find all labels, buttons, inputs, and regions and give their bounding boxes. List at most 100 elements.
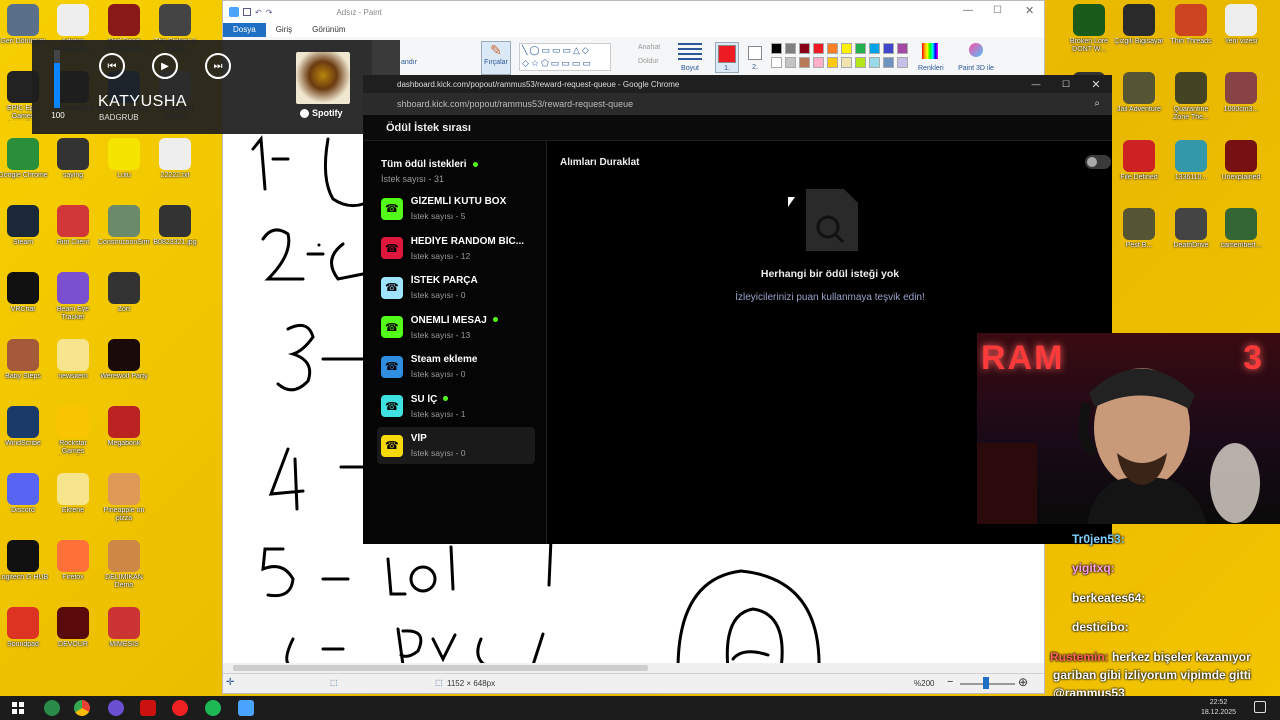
redo-icon[interactable]: ↷ (266, 8, 273, 17)
palette-swatch[interactable] (869, 43, 880, 54)
color1-button[interactable]: 1. (715, 42, 739, 73)
close-button[interactable]: ✕ (1081, 75, 1111, 93)
select-label[interactable]: andır (401, 59, 417, 66)
palette-swatch[interactable] (883, 43, 894, 54)
zoom-out-button[interactable]: − (947, 676, 953, 688)
play-button[interactable]: ▶ (152, 53, 178, 79)
desktop-icon[interactable]: ConstructionSimulator (98, 205, 150, 271)
desktop-icon[interactable]: B0823321.jpg (149, 205, 201, 271)
desktop-icon[interactable]: DEVOUR (47, 607, 99, 673)
desktop-icon[interactable]: Werewolf Party (98, 339, 150, 405)
palette-swatch[interactable] (827, 57, 838, 68)
desktop-icon[interactable]: Riot Client (47, 205, 99, 271)
palette-swatch[interactable] (827, 43, 838, 54)
brushes-button[interactable]: ✎ Fırçalar (481, 41, 511, 75)
close-button[interactable]: ✕ (1025, 4, 1034, 17)
desktop-icon[interactable]: Discord (0, 473, 49, 539)
paint-titlebar[interactable]: ↶ ↷ Adsız - Paint — ☐ ✕ (223, 1, 1044, 23)
maximize-button[interactable]: ☐ (993, 5, 1002, 16)
next-track-button[interactable]: ⏭ (205, 53, 231, 79)
desktop-icon[interactable]: Ekrene (47, 473, 99, 539)
tab-view[interactable]: Görünüm (302, 23, 355, 37)
pause-redemptions-toggle[interactable] (1085, 155, 1111, 169)
desktop-icon[interactable]: Lutu (98, 138, 150, 204)
undo-icon[interactable]: ↶ (255, 8, 262, 17)
desktop-icon[interactable]: Beam Eye Tracker (47, 272, 99, 338)
desktop-icon[interactable]: Firefox (47, 540, 99, 606)
color2-button[interactable]: 2. (745, 42, 765, 71)
desktop-icon[interactable]: Logitech G HUB (0, 540, 49, 606)
chat-username[interactable]: desticibo: (1072, 620, 1129, 634)
address-bar[interactable]: shboard.kick.com/popout/rammus53/reward-… (363, 93, 1112, 115)
canvas-scrollbar[interactable] (223, 663, 1044, 673)
minimize-button[interactable]: — (1021, 75, 1051, 93)
edit-colors-button[interactable]: Renkleri (918, 43, 944, 72)
desktop-icon[interactable]: Steam (0, 205, 49, 271)
desktop-icon[interactable]: Pineapple on pizza (98, 473, 150, 539)
desktop-icon[interactable]: Broken Lore DONT W... (1064, 4, 1114, 70)
palette-swatch[interactable] (883, 57, 894, 68)
desktop-icon[interactable]: Çizgili Bigisayar (1114, 4, 1164, 70)
desktop-icon[interactable]: Megabonk (98, 406, 150, 472)
palette-swatch[interactable] (897, 43, 908, 54)
palette-swatch[interactable] (785, 57, 796, 68)
tab-home[interactable]: Giriş (266, 23, 302, 37)
desktop-icon[interactable]: Baby Steps (0, 339, 49, 405)
desktop-icon[interactable]: Thin Threads (1166, 4, 1216, 70)
desktop-icon[interactable]: Google Chrome (0, 138, 49, 204)
palette-swatch[interactable] (841, 57, 852, 68)
desktop-icon[interactable]: Unexplained (1216, 140, 1266, 206)
zoom-slider-thumb[interactable] (983, 677, 989, 689)
palette-swatch[interactable] (855, 43, 866, 54)
reward-item[interactable]: ☎ Steam ekleme İstek sayısı - 0 (377, 348, 535, 385)
zoom-icon[interactable]: ⌕ (1094, 98, 1100, 109)
palette-swatch[interactable] (799, 43, 810, 54)
chrome-taskbar-icon[interactable] (74, 700, 90, 716)
desktop-icon[interactable]: DELIMIKAN Demo (98, 540, 150, 606)
reward-item[interactable]: ☎ GİZEMLİ KUTU BOX İstek sayısı - 5 (377, 190, 535, 227)
shapes-gallery[interactable]: ╲◯▭▭▭△◇ ◇☆⬠▭▭▭▭ (519, 43, 611, 71)
desktop-icon[interactable]: VRChat (0, 272, 49, 338)
desktop-icon[interactable]: Jail Adventure (1114, 72, 1164, 138)
save-icon[interactable] (243, 8, 251, 16)
chat-username[interactable]: yigitxq: (1072, 561, 1115, 575)
system-clock[interactable]: 22:52 18.12.2025 (1201, 698, 1236, 718)
paint-taskbar-icon[interactable] (238, 700, 254, 716)
notification-icon[interactable] (1254, 701, 1266, 713)
maximize-button[interactable]: ☐ (1051, 75, 1081, 93)
chat-username[interactable]: Rustemin: (1050, 650, 1109, 664)
tab-file[interactable]: Dosya (223, 23, 266, 37)
outline-button[interactable]: Anahat (638, 44, 660, 51)
palette-swatch[interactable] (785, 43, 796, 54)
spotify-taskbar-icon[interactable] (205, 700, 221, 716)
palette-swatch[interactable] (771, 57, 782, 68)
desktop-icon[interactable]: 1336110... (1166, 140, 1216, 206)
desktop-icon[interactable]: Yeni vizesi (1216, 4, 1266, 70)
desktop-icon[interactable]: MIMESIS (98, 607, 150, 673)
fill-button[interactable]: Doldur (638, 58, 659, 65)
palette-swatch[interactable] (869, 57, 880, 68)
chrome-titlebar[interactable]: dashboard.kick.com/popout/rammus53/rewar… (363, 75, 1112, 93)
obs-taskbar-icon[interactable] (108, 700, 124, 716)
desktop-icon[interactable]: Rockstar Games Launcher (47, 406, 99, 472)
desktop-icon[interactable]: Soundpad (0, 607, 49, 673)
all-rewards-item[interactable]: Tüm ödül istekleri İstek sayısı - 31 (381, 159, 478, 184)
desktop-icon[interactable]: WindScribe (0, 406, 49, 472)
paint3d-button[interactable]: Paint 3D ile (955, 43, 997, 72)
taskbar-app-icon[interactable] (44, 700, 60, 716)
desktop-icon[interactable]: DeathDrive (1166, 208, 1216, 274)
previous-track-button[interactable]: ⏮ (99, 53, 125, 79)
palette-swatch[interactable] (813, 57, 824, 68)
desktop-icon[interactable]: Quarantine Zone The... (1166, 72, 1216, 138)
size-button[interactable]: Boyut (678, 43, 702, 72)
desktop-icon[interactable]: Zort (98, 272, 150, 338)
palette-swatch[interactable] (771, 43, 782, 54)
reward-item[interactable]: ☎ ÖNEMLİ MESAJ İstek sayısı - 13 (377, 309, 535, 346)
desktop-icon[interactable]: 1000cm3... (1216, 72, 1266, 138)
chat-username[interactable]: Tr0jen53: (1072, 532, 1125, 546)
reward-item[interactable]: ☎ HEDİYE RANDOM BİC... İstek sayısı - 12 (377, 230, 535, 267)
palette-swatch[interactable] (897, 57, 908, 68)
palette-swatch[interactable] (813, 43, 824, 54)
scrollbar-thumb[interactable] (233, 665, 648, 671)
reward-item[interactable]: ☎ İSTEK PARÇA İstek sayısı - 0 (377, 269, 535, 306)
